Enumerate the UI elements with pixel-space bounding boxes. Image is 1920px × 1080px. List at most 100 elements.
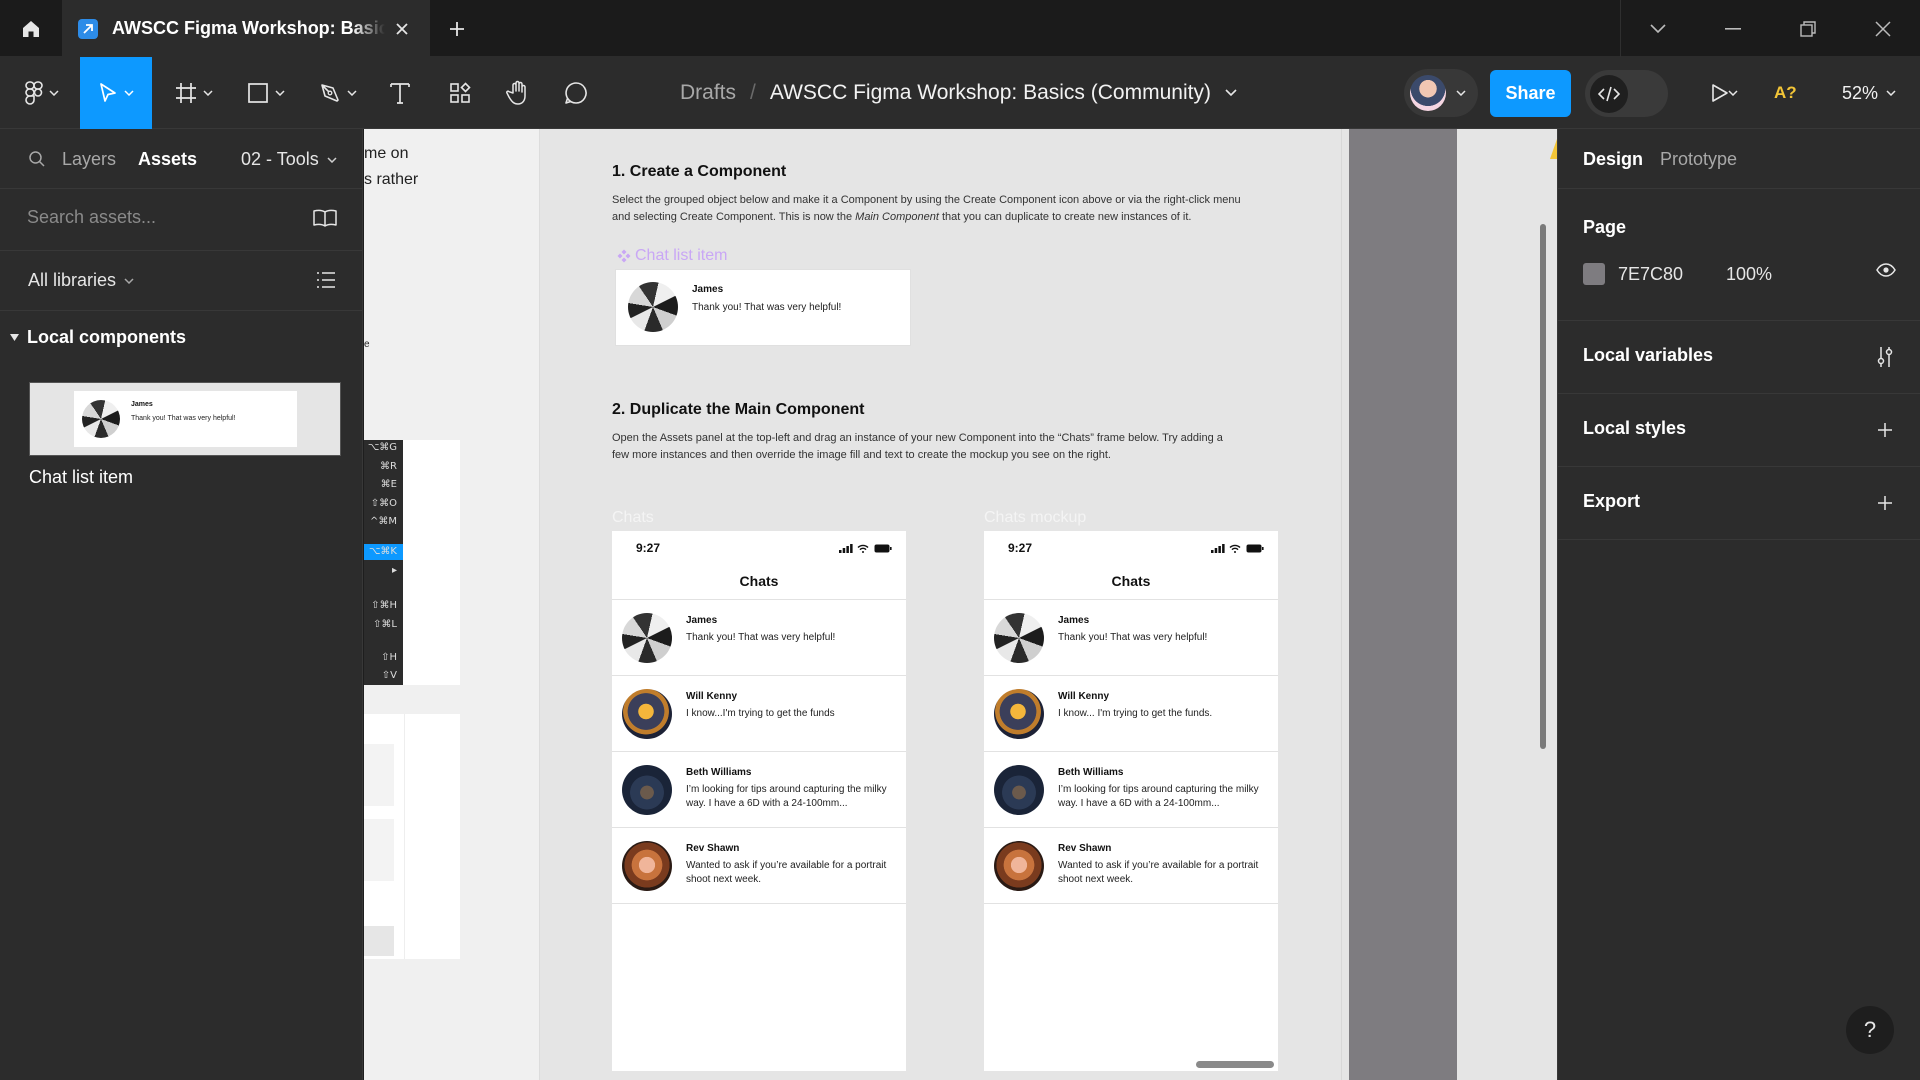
chat-name: Rev Shawn (1058, 843, 1112, 854)
breadcrumb: Drafts / AWSCC Figma Workshop: Basics (C… (680, 57, 1237, 129)
list-item[interactable]: Will Kenny I know... I'm trying to get t… (984, 676, 1278, 752)
section2-title: 2. Duplicate the Main Component (612, 401, 865, 418)
section2-body-line2: few more instances and then override the… (612, 449, 1111, 461)
all-libraries-dropdown[interactable]: All libraries (28, 270, 134, 291)
component-label[interactable]: Chat list item (617, 247, 727, 265)
hand-icon (506, 80, 526, 105)
canvas[interactable]: me on s rather e ⌥⌘G ⌘R ⌘E ⇧⌘O ^⌘M ⌥⌘K ▸… (364, 129, 1557, 1080)
component-label-text: Chat list item (635, 247, 728, 264)
page-opacity[interactable]: 100% (1726, 264, 1772, 285)
variables-settings-button[interactable] (1873, 345, 1897, 369)
shortcut-label: ⇧⌘L (373, 619, 397, 630)
page-color-hex[interactable]: 7E7C80 (1618, 264, 1683, 285)
chevron-down-icon (1456, 90, 1466, 96)
section1-body: Select the grouped object below and make… (612, 192, 1312, 226)
multiplayer-avatar-button[interactable] (1404, 69, 1478, 117)
eye-icon[interactable] (1876, 263, 1896, 277)
list-item[interactable]: Rev Shawn Wanted to ask if you’re availa… (612, 828, 906, 904)
component-name[interactable]: Chat list item (29, 467, 133, 488)
frame-tool-button[interactable] (166, 57, 222, 129)
tab-design[interactable]: Design (1583, 149, 1643, 170)
comment-tool-button[interactable] (556, 57, 596, 129)
file-tab[interactable]: AWSCC Figma Workshop: Basics (Community) (62, 0, 430, 57)
search-assets-input[interactable] (27, 207, 277, 228)
local-styles-section[interactable]: Local styles (1558, 394, 1920, 467)
add-style-button[interactable] (1873, 418, 1897, 442)
chat-message: I’m looking for tips around capturing th… (1058, 784, 1259, 809)
wifi-icon (857, 544, 869, 553)
search-icon[interactable] (28, 150, 46, 168)
panel-illustration (364, 714, 460, 959)
page-color-swatch[interactable] (1583, 263, 1605, 285)
missing-fonts-badge[interactable]: A? (1774, 57, 1797, 129)
zoom-value: 52% (1842, 82, 1879, 103)
breadcrumb-drafts[interactable]: Drafts (680, 81, 736, 105)
export-section[interactable]: Export (1558, 467, 1920, 540)
signal-icon (1211, 544, 1225, 553)
horizontal-scrollbar[interactable] (1196, 1061, 1274, 1068)
avatar (622, 841, 672, 891)
chat-message: I’m looking for tips around capturing th… (686, 784, 887, 809)
dev-mode-toggle[interactable] (1585, 70, 1668, 117)
list-item[interactable]: Beth Williams I’m looking for tips aroun… (612, 752, 906, 828)
shortcut-label: ⌥⌘G (367, 442, 397, 453)
frame-divider (1341, 129, 1342, 1080)
main-component-card[interactable]: James Thank you! That was very helpful! (616, 270, 910, 345)
chats-mockup-frame[interactable]: 9:27 Chats James Thank you! That was ver… (984, 531, 1278, 1071)
pen-tool-button[interactable] (310, 57, 366, 129)
shortcut-label: ⌘R (380, 461, 397, 472)
minimize-button[interactable] (1695, 0, 1770, 57)
file-name[interactable]: AWSCC Figma Workshop: Basics (Community) (770, 81, 1211, 105)
hand-tool-button[interactable] (498, 57, 538, 129)
list-item[interactable]: Will Kenny I know...I'm trying to get th… (612, 676, 906, 752)
page-selector[interactable]: 02 - Tools (241, 149, 337, 170)
list-view-icon[interactable] (316, 271, 336, 289)
status-time: 9:27 (1008, 541, 1033, 555)
local-variables-section[interactable]: Local variables (1558, 321, 1920, 394)
caret-down-icon (10, 334, 19, 341)
frame-icon (176, 83, 196, 103)
chevron-down-icon[interactable] (1225, 89, 1237, 97)
list-item[interactable]: Beth Williams I’m looking for tips aroun… (984, 752, 1278, 828)
close-window-button[interactable] (1845, 0, 1920, 57)
help-button[interactable]: ? (1846, 1006, 1894, 1054)
home-button[interactable] (0, 0, 62, 57)
section1-body-line2-end: that you can duplicate to create new ins… (938, 211, 1192, 223)
chevron-down-icon (1728, 90, 1738, 96)
tab-assets[interactable]: Assets (138, 149, 197, 170)
zoom-menu[interactable]: 52% (1842, 57, 1896, 129)
frame-label-chats[interactable]: Chats (612, 509, 654, 527)
library-book-icon[interactable] (312, 208, 338, 228)
page-section: Page (1558, 189, 1920, 321)
local-components-header[interactable]: Local components (10, 327, 186, 348)
text-tool-button[interactable] (380, 57, 420, 129)
chats-frame[interactable]: 9:27 Chats James Thank you! That was ver… (612, 531, 906, 1071)
close-tab-button[interactable] (391, 17, 414, 41)
code-icon (1590, 74, 1628, 113)
restore-icon (1799, 20, 1816, 37)
new-tab-button[interactable] (440, 12, 474, 46)
vertical-scrollbar[interactable] (1540, 224, 1546, 749)
list-item[interactable]: James Thank you! That was very helpful! (984, 600, 1278, 676)
list-item[interactable]: Rev Shawn Wanted to ask if you’re availa… (984, 828, 1278, 904)
tab-list-button[interactable] (1620, 0, 1695, 57)
add-export-button[interactable] (1873, 491, 1897, 515)
tab-layers[interactable]: Layers (62, 149, 116, 170)
tab-prototype[interactable]: Prototype (1660, 149, 1737, 170)
local-components-label: Local components (27, 327, 187, 347)
right-panel-tabs: Design Prototype (1558, 129, 1920, 189)
resources-tool-button[interactable] (440, 57, 480, 129)
move-tool-button[interactable] (80, 57, 152, 129)
main-menu-button[interactable] (14, 57, 70, 129)
restore-button[interactable] (1770, 0, 1845, 57)
component-thumbnail[interactable]: James Thank you! That was very helpful! (29, 382, 341, 456)
list-item[interactable]: James Thank you! That was very helpful! (612, 600, 906, 676)
present-options-button[interactable] (1728, 57, 1748, 129)
frame-label-chats-mockup[interactable]: Chats mockup (984, 509, 1086, 527)
chat-name: James (1058, 615, 1090, 626)
white-card-illustration (403, 440, 460, 685)
avatar (622, 613, 672, 663)
shortcut-label: ⇧H (381, 652, 397, 663)
share-button[interactable]: Share (1490, 70, 1571, 117)
shape-tool-button[interactable] (238, 57, 294, 129)
